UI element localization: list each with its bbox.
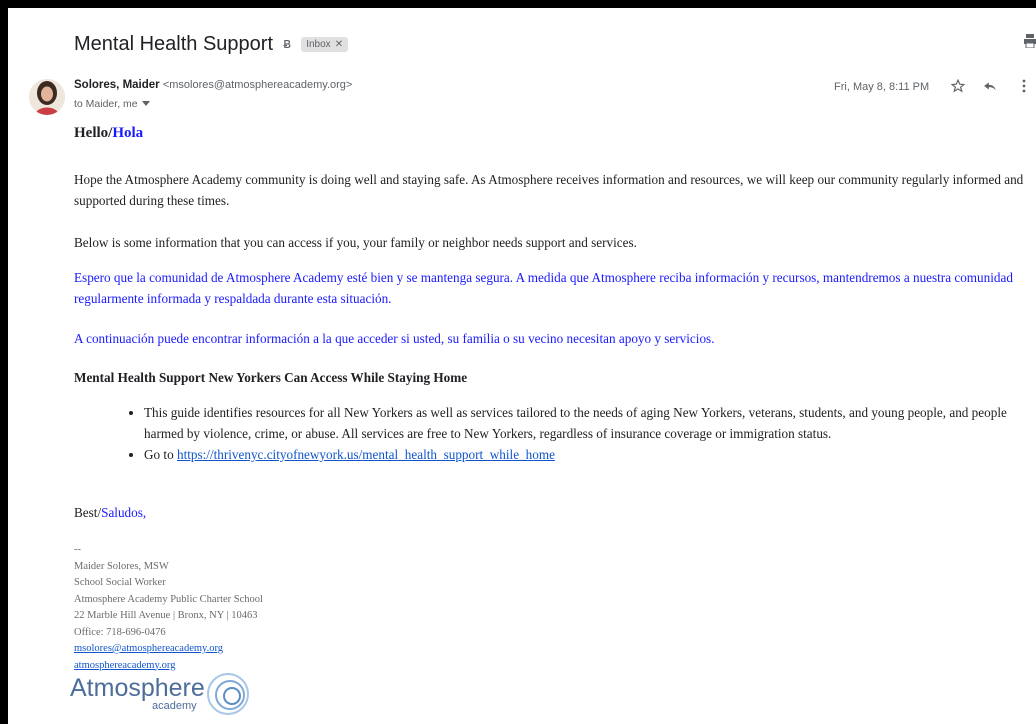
signoff-en: Best/ [74,505,102,520]
section-title: Mental Health Support New Yorkers Can Ac… [74,370,468,385]
greeting: Hello/Hola [74,123,1034,144]
inbox-label-text: Inbox [306,38,331,50]
reply-icon[interactable] [982,78,998,94]
list-item: This guide identifies resources for all … [144,402,1036,444]
email-subject: Mental Health Support [74,32,274,55]
print-icon[interactable] [1024,34,1036,48]
signature-dash: -- [74,544,81,555]
paragraph-intro: Hope the Atmosphere Academy community is… [74,172,1024,208]
recipients-text: to Maider, me [74,98,138,110]
more-vert-icon[interactable] [1016,78,1032,94]
signature-site-link[interactable]: atmosphereacademy.org [74,660,175,671]
signature-email-link[interactable]: msolores@atmosphereacademy.org [74,643,223,654]
sender-line: Solores, Maider <msolores@atmosphereacad… [74,79,352,91]
signature-name: Maider Solores, MSW [74,560,169,572]
signature-title: School Social Worker [74,577,166,588]
signoff-es: Saludos [101,505,143,520]
signoff: Best/Saludos, [74,502,146,523]
sender-email: <msolores@atmosphereacademy.org> [162,79,353,91]
list-item: Go to https://thrivenyc.cityofnewyork.us… [144,444,1036,465]
star-icon[interactable] [950,78,966,94]
sender-name[interactable]: Solores, Maider [74,79,160,91]
logo-sub: academy [152,700,197,712]
sender-avatar[interactable] [29,79,65,115]
label-close-icon[interactable]: ✕ [335,39,343,50]
email-date: Fri, May 8, 8:11 PM [834,81,930,93]
greeting-es: Hola [112,125,144,141]
subject-row: Mental Health Support ᴃ Inbox ✕ [74,29,349,59]
paragraph-intro-es: Espero que la comunidad de Atmosphere Ac… [74,270,1013,306]
recipients-line[interactable]: to Maider, me [74,98,150,110]
paragraph-info-es: A continuación puede encontrar informaci… [74,331,715,346]
inbox-label-chip[interactable]: Inbox ✕ [301,36,349,52]
signature-address: 22 Marble Hill Avenue | Bronx, NY | 1046… [74,610,258,621]
atmosphere-logo: Atmosphere academy [70,670,260,718]
email-body: Hello/Hola Hope the Atmosphere Academy c… [74,122,1034,671]
signoff-comma: , [142,505,147,520]
thrivenyc-link[interactable]: https://thrivenyc.cityofnewyork.us/menta… [177,447,555,462]
signature-phone: Office: 718-696-0476 [74,626,166,638]
importance-marker-icon[interactable]: ᴃ [283,36,291,52]
logo-word: Atmosphere [70,674,205,702]
chevron-down-icon[interactable] [141,101,150,107]
signature: -- Maider Solores, MSW School Social Wor… [74,542,263,674]
greeting-en: Hello/ [74,125,113,141]
paragraph-info: Below is some information that you can a… [74,235,637,250]
email-view: Mental Health Support ᴃ Inbox ✕ Solores,… [8,8,1036,724]
resource-list: This guide identifies resources for all … [74,402,1036,465]
go-to-text: Go to [144,447,177,462]
signature-org: Atmosphere Academy Public Charter School [74,593,263,605]
